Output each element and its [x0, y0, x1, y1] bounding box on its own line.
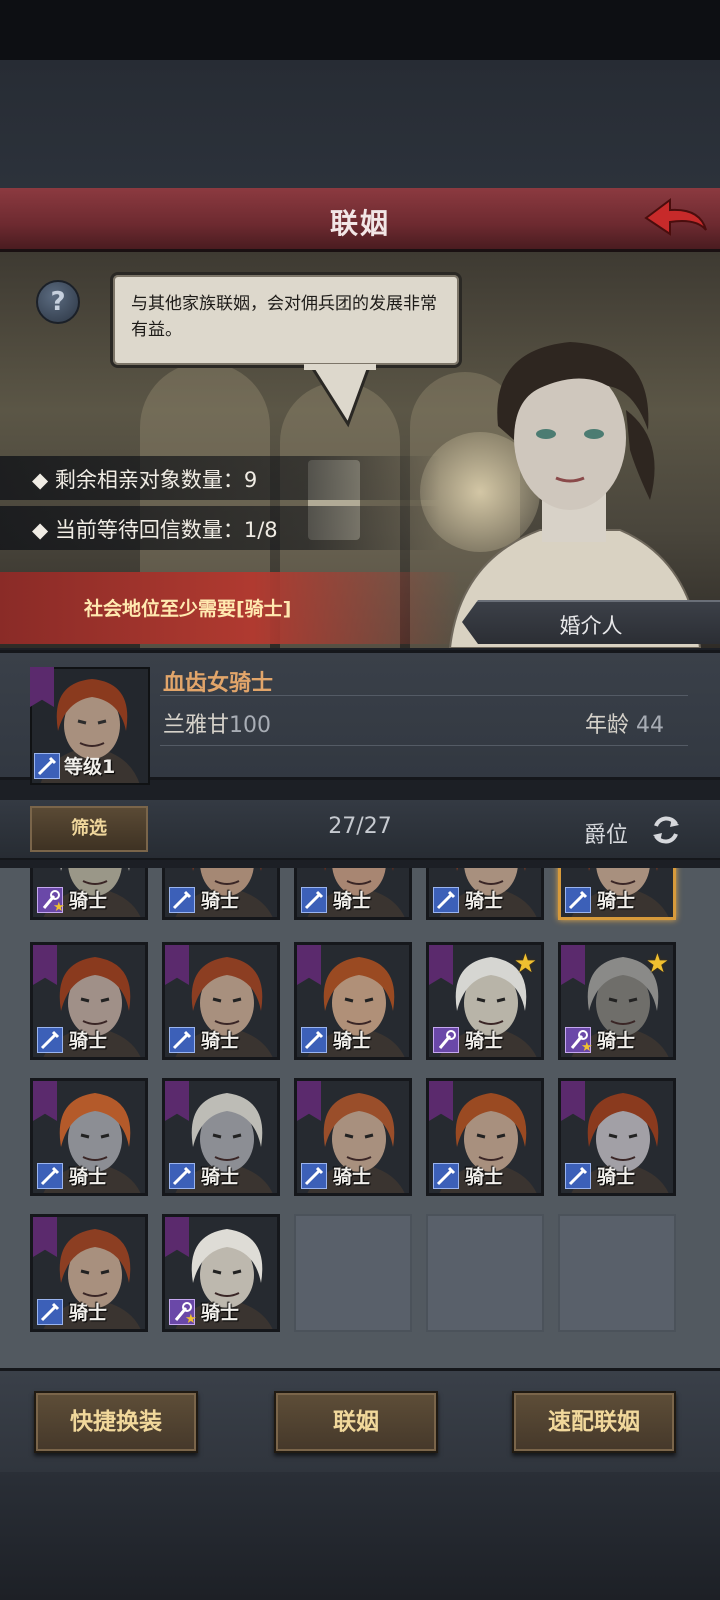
- candidate-card[interactable]: ★ 骑士: [30, 868, 148, 920]
- back-button[interactable]: [640, 196, 712, 244]
- candidate-card[interactable]: 骑士: [426, 1078, 544, 1196]
- candidate-card[interactable]: ★ 骑士: [426, 942, 544, 1060]
- upper-backdrop: [0, 60, 720, 190]
- rank-label: 骑士: [201, 1030, 240, 1052]
- bottom-letterbox: [0, 1472, 720, 1600]
- candidate-card[interactable]: 骑士: [294, 942, 412, 1060]
- sort-label: 爵位: [584, 823, 629, 848]
- rank-label: 骑士: [465, 1030, 504, 1052]
- candidate-card[interactable]: 骑士: [30, 942, 148, 1060]
- selected-portrait[interactable]: 等级1: [28, 665, 152, 787]
- speech-bubble: 与其他家族联姻，会对佣兵团的发展非常有益。: [110, 272, 462, 368]
- sword-icon: [37, 1163, 63, 1189]
- rank-label: 骑士: [465, 890, 504, 912]
- candidate-card[interactable]: 骑士: [162, 1078, 280, 1196]
- staff-icon: [433, 1027, 459, 1053]
- rank-label: 骑士: [333, 890, 372, 912]
- stat-waiting-value: 1/8: [243, 518, 278, 542]
- matchmaker-label: 婚介人: [559, 614, 623, 638]
- sword-icon: [169, 1027, 195, 1053]
- rank-label: 骑士: [69, 1166, 108, 1188]
- candidate-card[interactable]: 骑士: [294, 1078, 412, 1196]
- candidate-card[interactable]: 骑士: [30, 1078, 148, 1196]
- candidate-name: 血齿女骑士: [163, 671, 274, 696]
- mini-star-icon: ★: [581, 1040, 593, 1055]
- filter-bar: 筛选 27/27 爵位: [0, 800, 720, 860]
- empty-slot: [426, 1214, 544, 1332]
- divider: [160, 695, 688, 696]
- sword-icon: [169, 887, 195, 913]
- candidate-card[interactable]: 骑士: [162, 868, 280, 920]
- stat-remaining-label: ◆ 剩余相亲对象数量：: [32, 468, 244, 492]
- sword-icon: [433, 887, 459, 913]
- title-bar: 联姻: [0, 188, 720, 252]
- requirement-banner: 社会地位至少需要[骑士]: [0, 572, 460, 644]
- marry-button[interactable]: 联姻: [274, 1391, 438, 1453]
- candidate-card[interactable]: 骑士: [558, 868, 676, 920]
- bottom-action-bar: 快捷换装 联姻 速配联姻: [0, 1368, 720, 1472]
- sword-icon: [37, 1027, 63, 1053]
- rank-label: 骑士: [597, 1166, 636, 1188]
- mini-star-icon: ★: [185, 1312, 197, 1327]
- rank-label: 骑士: [201, 1166, 240, 1188]
- sword-icon: [301, 887, 327, 913]
- rank-label: 骑士: [201, 1302, 240, 1324]
- rank-label: 骑士: [69, 890, 108, 912]
- rank-label: 骑士: [69, 1302, 108, 1324]
- sword-icon: [565, 1163, 591, 1189]
- candidate-card[interactable]: 骑士: [294, 868, 412, 920]
- stat-remaining-value: 9: [243, 468, 258, 492]
- empty-slot: [294, 1214, 412, 1332]
- stat-remaining: ◆ 剩余相亲对象数量：9: [0, 456, 440, 500]
- rank-label: 骑士: [597, 1030, 636, 1052]
- speech-tail: [304, 364, 376, 428]
- star-icon: ★: [645, 949, 669, 979]
- candidate-card[interactable]: ★ ★ 骑士: [558, 942, 676, 1060]
- quick-equip-button[interactable]: 快捷换装: [34, 1391, 198, 1453]
- matchmaker-tag: 婚介人: [462, 600, 720, 644]
- sword-icon: [301, 1163, 327, 1189]
- requirement-text: 社会地位至少需要[骑士]: [84, 598, 292, 620]
- selected-candidate-card: 等级1 血齿女骑士 兰雅甘100 年龄 44: [0, 650, 720, 787]
- candidate-card[interactable]: ★ 骑士: [162, 1214, 280, 1332]
- candidate-card[interactable]: 骑士: [558, 1078, 676, 1196]
- empty-slot: [558, 1214, 676, 1332]
- star-icon: ★: [513, 949, 537, 979]
- refresh-icon: [653, 816, 679, 844]
- candidate-family: 兰雅甘100: [163, 713, 272, 738]
- sword-icon: [37, 1299, 63, 1325]
- sword-icon: [34, 753, 60, 779]
- top-letterbox: [0, 0, 720, 60]
- candidate-age: 年龄 44: [584, 713, 664, 738]
- rank-label: 骑士: [69, 1030, 108, 1052]
- page-title: 联姻: [329, 207, 390, 240]
- candidate-card[interactable]: 骑士: [162, 942, 280, 1060]
- sword-icon: [169, 1163, 195, 1189]
- speech-text: 与其他家族联姻，会对佣兵团的发展非常有益。: [131, 294, 437, 340]
- candidate-card[interactable]: 骑士: [426, 868, 544, 920]
- sword-icon: [565, 887, 591, 913]
- stat-waiting-label: ◆ 当前等待回信数量：: [32, 518, 244, 542]
- divider: [160, 745, 688, 746]
- rank-label: 骑士: [333, 1166, 372, 1188]
- selected-level: 等级1: [64, 756, 116, 778]
- rank-label: 骑士: [465, 1166, 504, 1188]
- sort-by-rank-button[interactable]: 爵位: [584, 808, 684, 852]
- rank-label: 骑士: [201, 890, 240, 912]
- quick-match-button[interactable]: 速配联姻: [512, 1391, 676, 1453]
- rank-label: 骑士: [333, 1030, 372, 1052]
- candidate-card[interactable]: 骑士: [30, 1214, 148, 1332]
- candidate-grid: ★ 骑士 骑士 骑士 骑士 骑士 骑士 骑士 骑士 ★ 骑士 ★ ★ 骑士 骑士…: [0, 868, 720, 1368]
- sword-icon: [301, 1027, 327, 1053]
- rank-label: 骑士: [597, 890, 636, 912]
- mini-star-icon: ★: [53, 900, 65, 915]
- back-arrow-icon: [644, 198, 707, 236]
- sword-icon: [433, 1163, 459, 1189]
- stat-waiting: ◆ 当前等待回信数量：1/8: [0, 506, 440, 550]
- help-button[interactable]: ?: [36, 280, 80, 324]
